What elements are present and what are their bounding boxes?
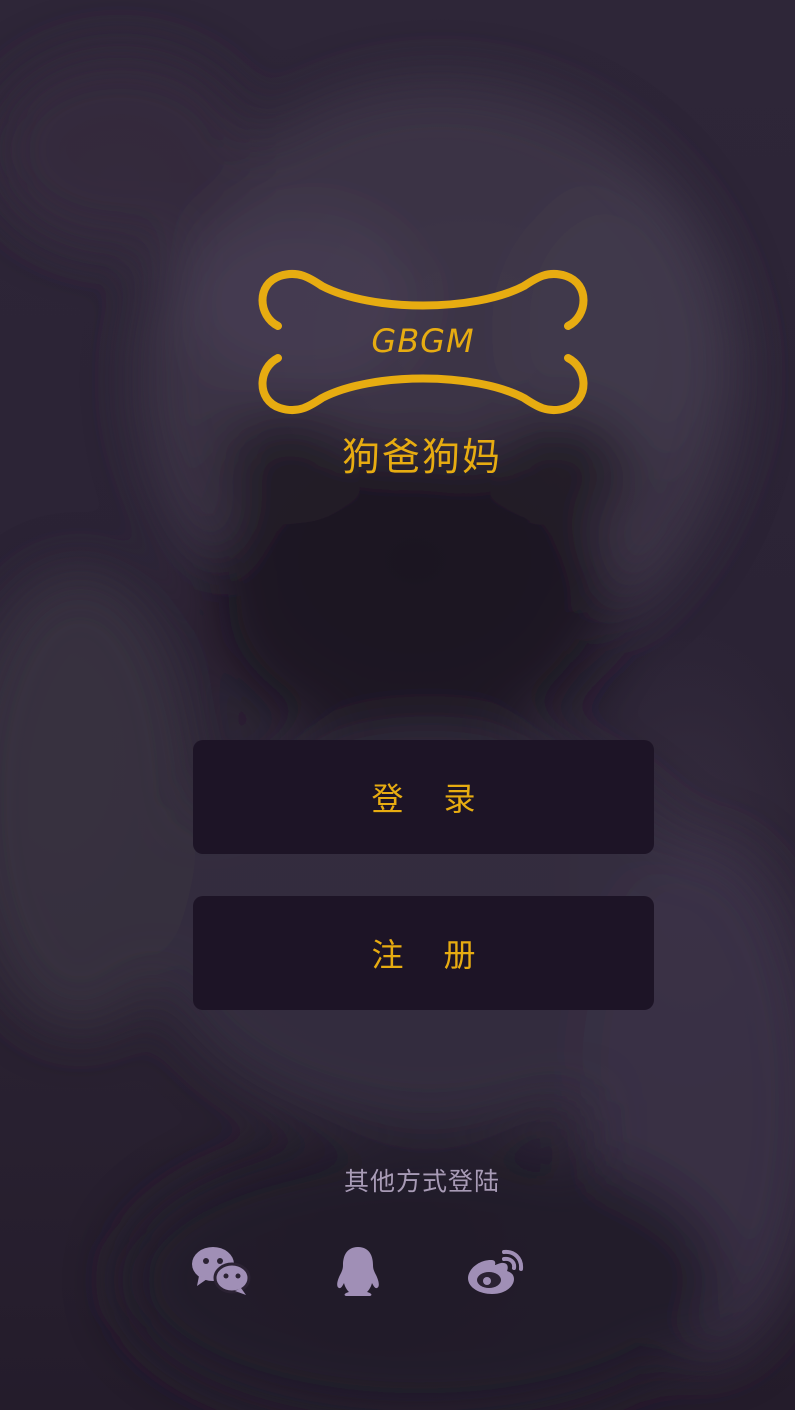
weibo-login-button[interactable] xyxy=(464,1240,526,1302)
login-button[interactable]: 登录 xyxy=(193,740,654,854)
login-screen: GBGM 狗爸狗妈 登录 注册 其他方式登陆 xyxy=(0,0,795,1410)
qq-icon xyxy=(337,1247,379,1296)
other-login-label: 其他方式登陆 xyxy=(343,1167,500,1196)
wechat-icon xyxy=(192,1247,251,1295)
logo-text: GBGM xyxy=(371,322,475,360)
background-pug-photo xyxy=(0,50,795,1410)
weibo-icon xyxy=(468,1249,524,1294)
register-button[interactable]: 注册 xyxy=(193,896,654,1010)
wechat-login-button[interactable] xyxy=(190,1240,252,1302)
app-subtitle: 狗爸狗妈 xyxy=(341,435,502,479)
qq-login-button[interactable] xyxy=(327,1240,389,1302)
app-logo: GBGM xyxy=(252,266,594,418)
